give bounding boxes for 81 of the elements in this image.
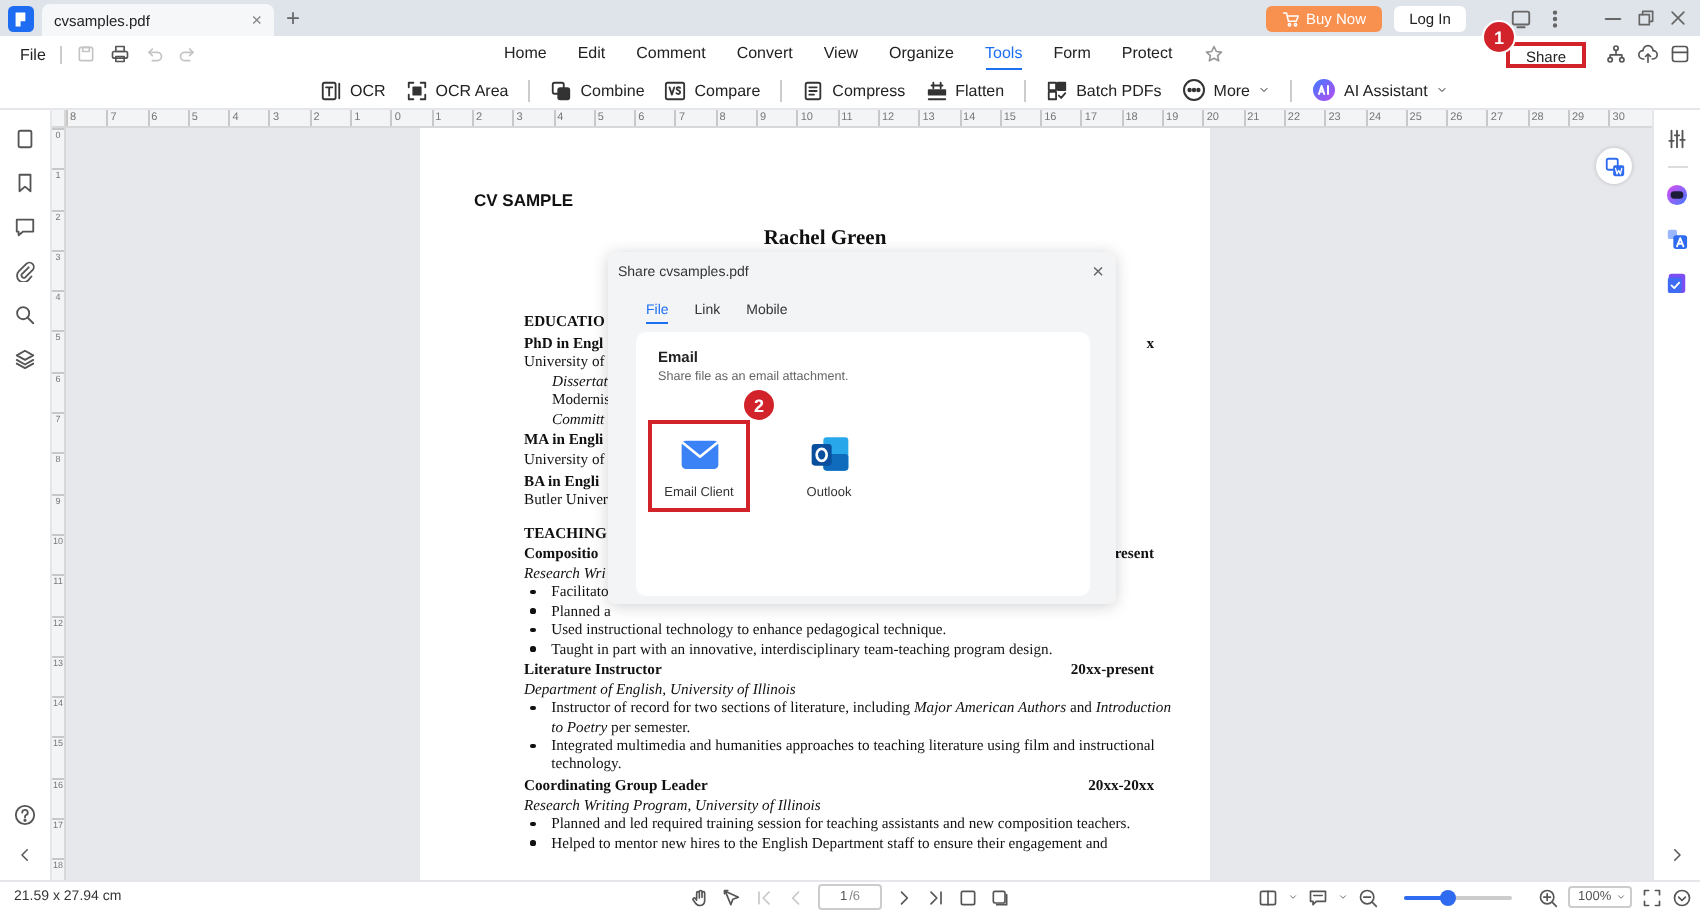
zoom-slider-thumb[interactable] [1439, 889, 1456, 905]
bullet-icon [530, 840, 536, 846]
convert-icon [1603, 155, 1625, 177]
menu-tab[interactable]: Protect [1121, 38, 1173, 70]
tool-button[interactable]: Combine [550, 79, 645, 101]
bullet-icon [530, 705, 536, 711]
comment-view-icon[interactable] [1308, 887, 1328, 907]
menu-tab[interactable]: Edit [577, 38, 606, 70]
cloud-upload-icon[interactable] [1638, 44, 1658, 64]
comment-icon[interactable] [14, 216, 36, 238]
menu-tab[interactable]: Convert [736, 38, 793, 70]
caret-icon[interactable] [1338, 892, 1348, 902]
page-thumbnails-icon[interactable] [14, 128, 36, 150]
tool-button[interactable]: Batch PDFs [1046, 79, 1162, 101]
cart-icon [1281, 9, 1300, 27]
ocr-area-icon [405, 79, 428, 101]
page-view-icon[interactable] [1258, 887, 1278, 907]
zoom-in-icon[interactable] [1538, 887, 1558, 907]
tool-button[interactable]: AI Assistant [1312, 78, 1448, 102]
bullet-icon [530, 821, 536, 827]
app-logo-icon [8, 5, 34, 31]
menu-tab[interactable]: View [823, 38, 859, 70]
caret-icon[interactable] [1288, 892, 1298, 902]
zoom-out-icon[interactable] [1358, 887, 1378, 907]
fit-screen-icon[interactable] [1642, 887, 1662, 907]
document-heading: CV SAMPLE [474, 190, 576, 210]
menu-tab[interactable]: Organize [889, 38, 955, 70]
bot-icon[interactable] [1666, 184, 1688, 206]
bullet-icon [530, 627, 536, 633]
menu-tab[interactable]: Form [1053, 38, 1091, 70]
new-tab-button[interactable]: + [274, 0, 313, 36]
panel-icon[interactable] [1670, 44, 1690, 64]
close-icon[interactable] [1668, 8, 1688, 28]
tool-button[interactable]: OCR Area [405, 79, 509, 101]
tool-button[interactable]: Compare [664, 79, 761, 101]
collapse-icon[interactable] [1672, 887, 1692, 907]
compress-icon [802, 79, 825, 101]
more-icon [1181, 78, 1206, 102]
step-badge: 2 [742, 388, 776, 422]
frame-icon[interactable] [958, 887, 978, 907]
menu-tab[interactable]: Comment [636, 38, 706, 70]
tool-button[interactable]: Flatten [925, 79, 1005, 101]
bullet-icon [530, 743, 536, 749]
sliders-icon[interactable] [1666, 128, 1688, 150]
screen-icon[interactable] [1510, 7, 1532, 29]
restore-icon[interactable] [1636, 8, 1656, 28]
attachment-icon[interactable] [14, 260, 36, 282]
bookmark-icon[interactable] [14, 172, 36, 194]
document-name: Rachel Green [761, 228, 889, 250]
frames-icon[interactable] [990, 887, 1010, 907]
flatten-icon [925, 79, 948, 101]
compare-icon [664, 79, 687, 101]
menu-tab[interactable]: Home [504, 38, 547, 70]
file-menu[interactable]: File [20, 45, 46, 63]
menu-tab[interactable]: Tools [985, 38, 1023, 70]
chevron-right-icon[interactable] [1668, 846, 1686, 864]
checklist-icon[interactable] [1666, 272, 1688, 294]
select-tool-icon[interactable] [722, 887, 742, 907]
translate-icon[interactable] [1666, 228, 1688, 250]
bullet-icon [530, 608, 536, 614]
bullet-icon [530, 646, 536, 652]
batch-icon [1046, 79, 1069, 101]
hand-tool-icon[interactable] [690, 887, 710, 907]
dialog-close-button[interactable]: × [1092, 261, 1104, 283]
tool-button[interactable]: Compress [802, 79, 906, 101]
search-icon[interactable] [14, 304, 36, 326]
help-icon[interactable] [14, 804, 36, 826]
caret-icon [1616, 892, 1626, 902]
convert-button[interactable] [1596, 148, 1632, 184]
tool-button[interactable]: More [1181, 78, 1271, 102]
network-icon[interactable] [1606, 44, 1626, 64]
combine-icon [550, 79, 573, 101]
chevron-left-icon[interactable] [16, 846, 34, 864]
bullet-icon [530, 589, 536, 595]
last-page-icon[interactable] [926, 887, 946, 907]
print-icon[interactable] [109, 44, 130, 64]
ai-icon [1312, 78, 1337, 102]
layers-icon[interactable] [14, 348, 36, 370]
mail-app-icon [809, 433, 849, 473]
tool-button[interactable]: OCR [320, 79, 386, 101]
ocr-icon [320, 79, 342, 101]
